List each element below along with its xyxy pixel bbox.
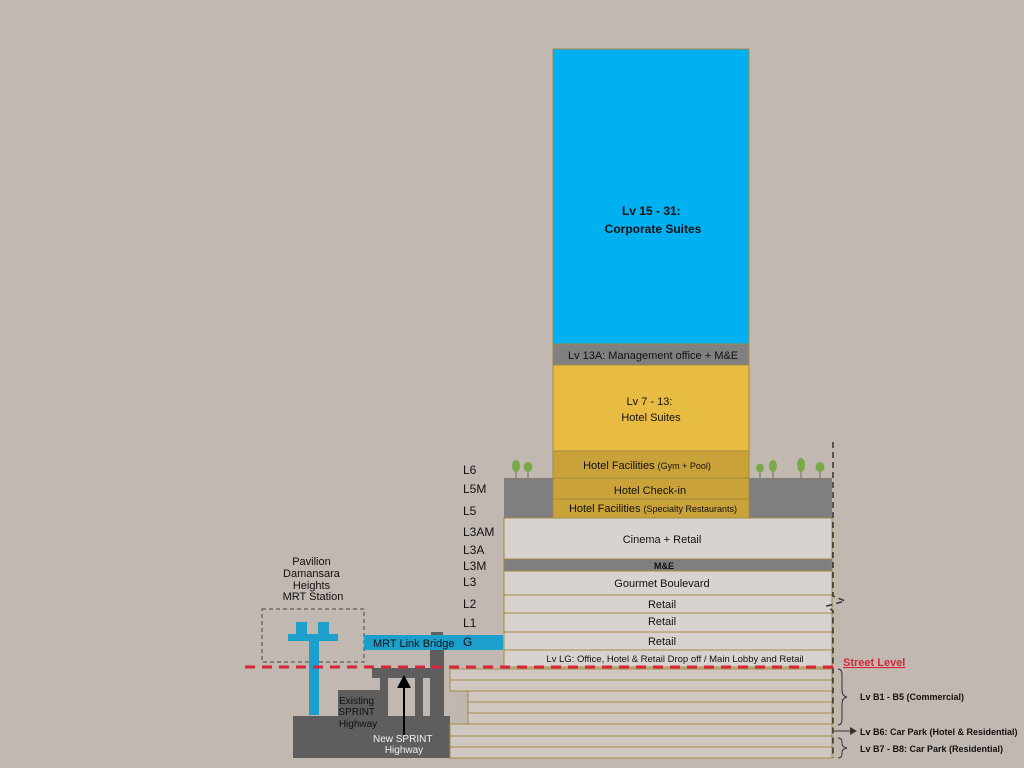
retail-g-label: Retail [648,636,676,648]
b1-b5-label: Lv B1 - B5 (Commercial) [860,692,964,702]
level-label-l3am: L3AM [463,525,494,539]
level-label-l1: L1 [463,616,477,630]
level-label-g: G [463,635,472,649]
basement-slab [449,735,833,748]
level-label-l3m: L3M [463,559,486,573]
tree-icon [523,462,533,478]
b7-b8-label: Lv B7 - B8: Car Park (Residential) [860,744,1003,754]
lg-label: Lv LG: Office, Hotel & Retail Drop off /… [546,654,803,665]
retail-l1-label: Retail [648,616,676,628]
level-label-l3: L3 [463,575,477,589]
b7-b8-bracket [837,737,848,759]
street-level-label: Street Level [843,657,905,669]
tree-icon [797,458,805,478]
hotel-facilities-gym-label: Hotel Facilities (Gym + Pool) [583,460,711,472]
mrt-platform [288,634,338,641]
basement-slab [449,679,833,692]
highway-pier [380,677,388,716]
floor-corporate-suites [552,48,750,345]
basement-slab [449,668,833,681]
management-label: Lv 13A: Management office + M&E [568,350,738,362]
building-section-diagram: Pavilion Damansara Heights MRT Station M… [245,48,1018,759]
b1-b5-bracket [837,668,848,726]
tree-icon [512,460,520,478]
tree-icon [815,462,825,478]
mrt-train-left [296,622,307,634]
floor-hotel-suites [552,364,750,452]
basement-labels: Lv B1 - B5 (Commercial) Lv B6: Car Park … [834,668,1018,759]
level-label-l6: L6 [463,463,477,477]
tree-icon [769,460,777,478]
gourmet-label: Gourmet Boulevard [614,578,709,590]
hotel-checkin-label: Hotel Check-in [614,485,686,497]
basement-slab [467,701,833,714]
existing-sprint-highway-label: Existing SPRINT Highway [338,696,377,730]
basement-slab [449,746,833,759]
mrt-link-bridge-label: MRT Link Bridge [373,638,455,650]
basement-slab [467,690,833,703]
level-label-l2: L2 [463,597,477,611]
tower: Lv 15 - 31: Corporate Suites Lv 13A: Man… [552,48,750,519]
mrt-station-label: Pavilion Damansara Heights MRT Station [283,556,344,603]
level-labels: L6 L5M L5 L3AM L3A L3M L3 L2 L1 G [463,463,494,649]
basement-slab [467,712,833,725]
retail-l2-label: Retail [648,599,676,611]
level-label-l3a: L3A [463,543,484,557]
b6-label: Lv B6: Car Park (Hotel & Residential) [860,727,1018,737]
level-label-l5m: L5M [463,482,486,496]
tree-icon [756,463,764,478]
hotel-facilities-restaurants-label: Hotel Facilities (Specialty Restaurants) [569,503,737,515]
cinema-label: Cinema + Retail [623,534,702,546]
mrt-pier [309,641,319,715]
level-label-l5: L5 [463,504,477,518]
basement-slab [449,723,833,737]
mrt-train-right [318,622,329,634]
me-label: M&E [654,561,674,571]
arrow-right-icon [850,727,857,735]
highway-pier [415,677,423,716]
